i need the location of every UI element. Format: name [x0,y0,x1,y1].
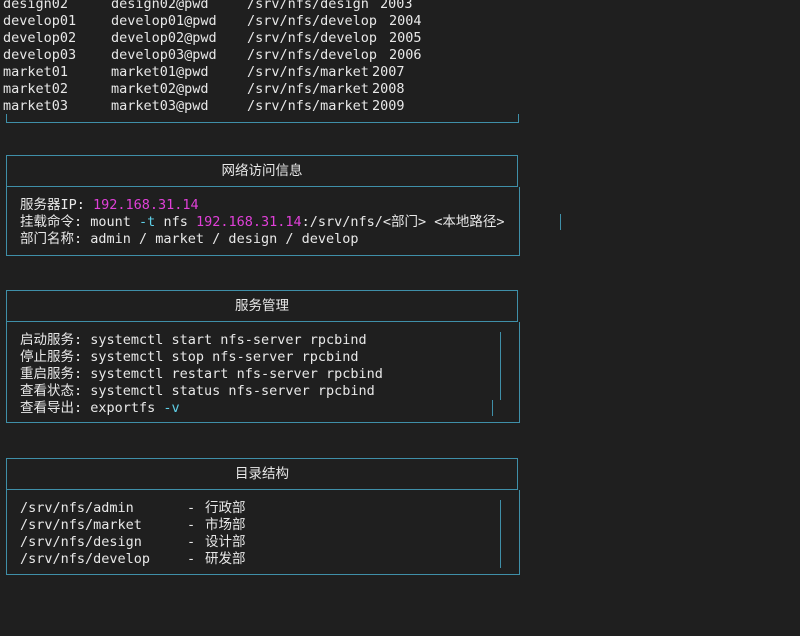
user-uid: 2007 [372,64,405,80]
list-item: /srv/nfs/design - 设计部 [20,534,246,551]
directory-header: 目录结构 [6,458,518,490]
service-line-restart: 重启服务: systemctl restart nfs-server rpcbi… [20,366,383,383]
service-cmd: systemctl stop nfs-server rpcbind [90,349,359,365]
user-password: market01@pwd [111,64,209,80]
dir-sep: - [187,500,196,516]
dir-desc: 市场部 [205,517,246,533]
dept-label: 部门名称: [20,231,91,247]
network-header: 网络访问信息 [6,155,518,187]
service-title: 服务管理 [235,298,289,314]
user-password: design02@pwd [111,0,209,12]
dir-path: /srv/nfs/admin [20,500,134,516]
list-item: /srv/nfs/market - 市场部 [20,517,246,534]
table-row: market01 market01@pwd /srv/nfs/market 20… [0,64,405,81]
service-label: 重启服务: [20,366,91,382]
user-password: develop01@pwd [111,13,217,29]
table-row: design02 design02@pwd /srv/nfs/design 20… [0,0,413,13]
user-path: /srv/nfs/develop [247,13,378,29]
user-uid: 2003 [380,0,413,12]
service-header: 服务管理 [6,290,518,322]
user-uid: 2005 [389,30,422,46]
table-border-right [518,114,519,123]
service-label: 查看状态: [20,383,91,399]
user-name: market02 [3,81,69,97]
dept-value: admin / market / design / develop [90,231,359,247]
service-label: 启动服务: [20,332,91,348]
user-name: market01 [3,64,69,80]
service-label: 停止服务: [20,349,91,365]
dir-path: /srv/nfs/design [20,534,142,550]
table-row: market02 market02@pwd /srv/nfs/market 20… [0,81,405,98]
user-name: market03 [3,98,69,114]
service-line-status: 查看状态: systemctl status nfs-server rpcbin… [20,383,375,400]
user-name: develop01 [3,13,77,29]
service-cmd: systemctl status nfs-server rpcbind [90,383,375,399]
mount-flag: -t [139,214,156,230]
server-ip-value: 192.168.31.14 [93,197,199,213]
service-line-stop: 停止服务: systemctl stop nfs-server rpcbind [20,349,358,366]
user-uid: 2004 [389,13,422,29]
service-label: 查看导出: [20,400,91,416]
user-path: /srv/nfs/design [247,0,369,12]
service-cmd: exportfs [90,400,164,416]
mount-ip: 192.168.31.14 [195,214,302,230]
dir-sep: - [187,551,196,567]
mount-type: nfs [155,214,196,230]
service-line-start: 启动服务: systemctl start nfs-server rpcbind [20,332,367,349]
user-uid: 2006 [389,47,422,63]
dir-desc: 行政部 [205,500,246,516]
service-inner-bar-short [492,400,493,416]
user-path: /srv/nfs/develop [247,47,378,63]
table-border-bottom [6,122,519,123]
table-row: develop03 develop03@pwd /srv/nfs/develop… [0,47,422,64]
user-name: develop02 [3,30,77,46]
user-password: develop02@pwd [111,30,217,46]
network-title: 网络访问信息 [221,163,303,179]
mount-cmd: mount [90,214,140,230]
table-border-left [6,114,7,123]
dir-sep: - [187,517,196,533]
user-password: market02@pwd [111,81,209,97]
list-item: /srv/nfs/develop - 研发部 [20,551,246,568]
table-row: market03 market03@pwd /srv/nfs/market 20… [0,98,405,115]
table-row: develop02 develop02@pwd /srv/nfs/develop… [0,30,422,47]
dir-path: /srv/nfs/market [20,517,142,533]
table-row: develop01 develop01@pwd /srv/nfs/develop… [0,13,422,30]
service-line-exportfs: 查看导出: exportfs -v [20,400,180,417]
user-uid: 2008 [372,81,405,97]
mount-path: :/srv/nfs/<部门> <本地路径> [301,214,505,230]
server-ip-label: 服务器IP: [20,197,94,213]
list-item: /srv/nfs/admin - 行政部 [20,500,246,517]
user-path: /srv/nfs/develop [247,30,378,46]
user-path: /srv/nfs/market [247,81,369,97]
dir-desc: 研发部 [205,551,246,567]
service-flag: -v [163,400,180,416]
dir-desc: 设计部 [205,534,246,550]
service-cmd: systemctl start nfs-server rpcbind [90,332,367,348]
mount-command-line: 挂载命令: mount -t nfs 192.168.31.14:/srv/nf… [20,214,505,231]
service-inner-bar [500,332,501,400]
directory-inner-bar [500,500,501,568]
user-password: develop03@pwd [111,47,217,63]
user-name: design02 [3,0,69,12]
user-password: market03@pwd [111,98,209,114]
terminal-window[interactable]: design02 design02@pwd /srv/nfs/design 20… [0,0,800,600]
dept-line: 部门名称: admin / market / design / develop [20,231,358,248]
dir-sep: - [187,534,196,550]
user-path: /srv/nfs/market [247,98,369,114]
mount-label: 挂载命令: [20,214,91,230]
user-path: /srv/nfs/market [247,64,369,80]
user-uid: 2009 [372,98,405,114]
overflow-bar [560,214,561,230]
server-ip-line: 服务器IP: 192.168.31.14 [20,197,199,214]
service-cmd: systemctl restart nfs-server rpcbind [90,366,383,382]
directory-title: 目录结构 [235,466,289,482]
dir-path: /srv/nfs/develop [20,551,151,567]
user-name: develop03 [3,47,77,63]
